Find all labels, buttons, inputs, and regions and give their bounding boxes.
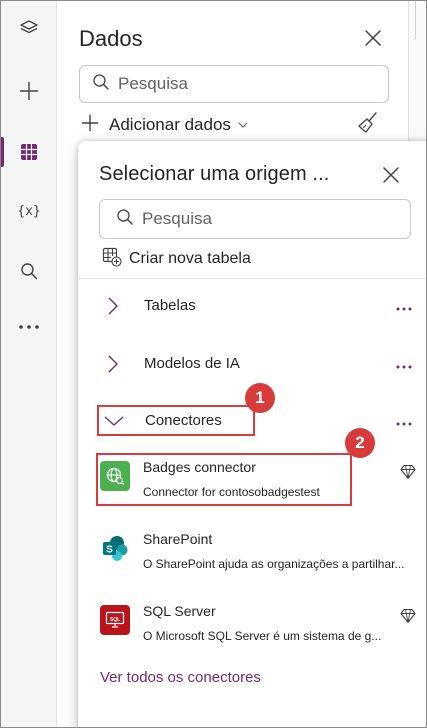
svg-text:S: S	[106, 545, 113, 556]
chevron-right-icon	[107, 297, 119, 320]
flyout-title: Selecionar uma origem ...	[99, 163, 330, 185]
more-icon[interactable]	[395, 295, 413, 315]
data-pane-close-button[interactable]	[360, 25, 386, 51]
connector-name: SQL Server	[143, 603, 216, 619]
annotation-box-1	[97, 405, 255, 436]
plus-icon	[18, 80, 40, 102]
variables-icon: {x}	[17, 203, 41, 219]
group-label: Tabelas	[144, 297, 196, 314]
flyout-close-button[interactable]	[380, 164, 402, 186]
add-data-button[interactable]: Adicionar dados	[81, 113, 248, 137]
app-frame: {x} Dados Pesquisa Adicionar dados Selec…	[0, 0, 427, 728]
more-icon[interactable]	[395, 353, 413, 373]
search-icon	[19, 261, 39, 281]
annotation-badge-2: 2	[345, 428, 375, 458]
data-pane-title: Dados	[79, 26, 143, 51]
search-icon	[116, 208, 134, 231]
broom-icon	[356, 112, 380, 139]
flyout-search-input[interactable]: Pesquisa	[99, 199, 411, 239]
see-all-connectors-link[interactable]: Ver todos os conectores	[100, 669, 261, 686]
close-icon	[380, 167, 402, 190]
connector-description: O Microsoft SQL Server é um sistema de g…	[143, 629, 382, 643]
more-icon[interactable]	[395, 410, 413, 430]
tree-view-button[interactable]	[1, 9, 57, 49]
plus-icon	[81, 114, 99, 137]
search-placeholder: Pesquisa	[142, 209, 212, 228]
chevron-right-icon	[107, 355, 119, 378]
create-table-label: Criar nova tabela	[129, 250, 251, 267]
search-placeholder: Pesquisa	[118, 74, 188, 93]
insert-button[interactable]	[1, 71, 57, 111]
ellipsis-icon	[18, 324, 40, 330]
table-add-icon	[102, 247, 122, 272]
connector-sql-server[interactable]: SQL SQL Server O Microsoft SQL Server é …	[78, 593, 426, 649]
layers-icon	[19, 19, 39, 39]
data-button[interactable]	[1, 132, 57, 172]
premium-diamond-icon	[400, 608, 416, 629]
data-search-input[interactable]: Pesquisa	[79, 65, 389, 103]
clear-button[interactable]	[356, 111, 380, 140]
table-icon	[19, 142, 39, 162]
search-icon	[92, 73, 110, 96]
group-modelos-ia[interactable]: Modelos de IA	[78, 349, 426, 379]
connector-sharepoint[interactable]: S SharePoint O SharePoint ajuda as organ…	[78, 521, 426, 577]
group-label: Modelos de IA	[144, 355, 240, 372]
flyout-divider	[78, 278, 426, 279]
sql-server-icon: SQL	[100, 605, 130, 635]
connector-description: O SharePoint ajuda as organizações a par…	[143, 557, 405, 571]
svg-text:SQL: SQL	[110, 617, 120, 623]
search-button[interactable]	[1, 251, 57, 291]
annotation-box-2	[96, 453, 352, 506]
annotation-badge-1: 1	[245, 383, 275, 413]
more-button[interactable]	[1, 307, 57, 347]
close-icon	[360, 30, 386, 55]
variables-button[interactable]: {x}	[1, 191, 57, 231]
create-table-button[interactable]: Criar nova tabela	[102, 247, 251, 271]
sharepoint-icon: S	[100, 533, 130, 563]
chevron-down-icon	[238, 116, 248, 134]
left-rail: {x}	[1, 1, 57, 727]
group-tabelas[interactable]: Tabelas	[78, 291, 426, 321]
connector-name: SharePoint	[143, 531, 213, 547]
premium-diamond-icon	[400, 464, 416, 485]
add-data-label: Adicionar dados	[109, 115, 231, 134]
